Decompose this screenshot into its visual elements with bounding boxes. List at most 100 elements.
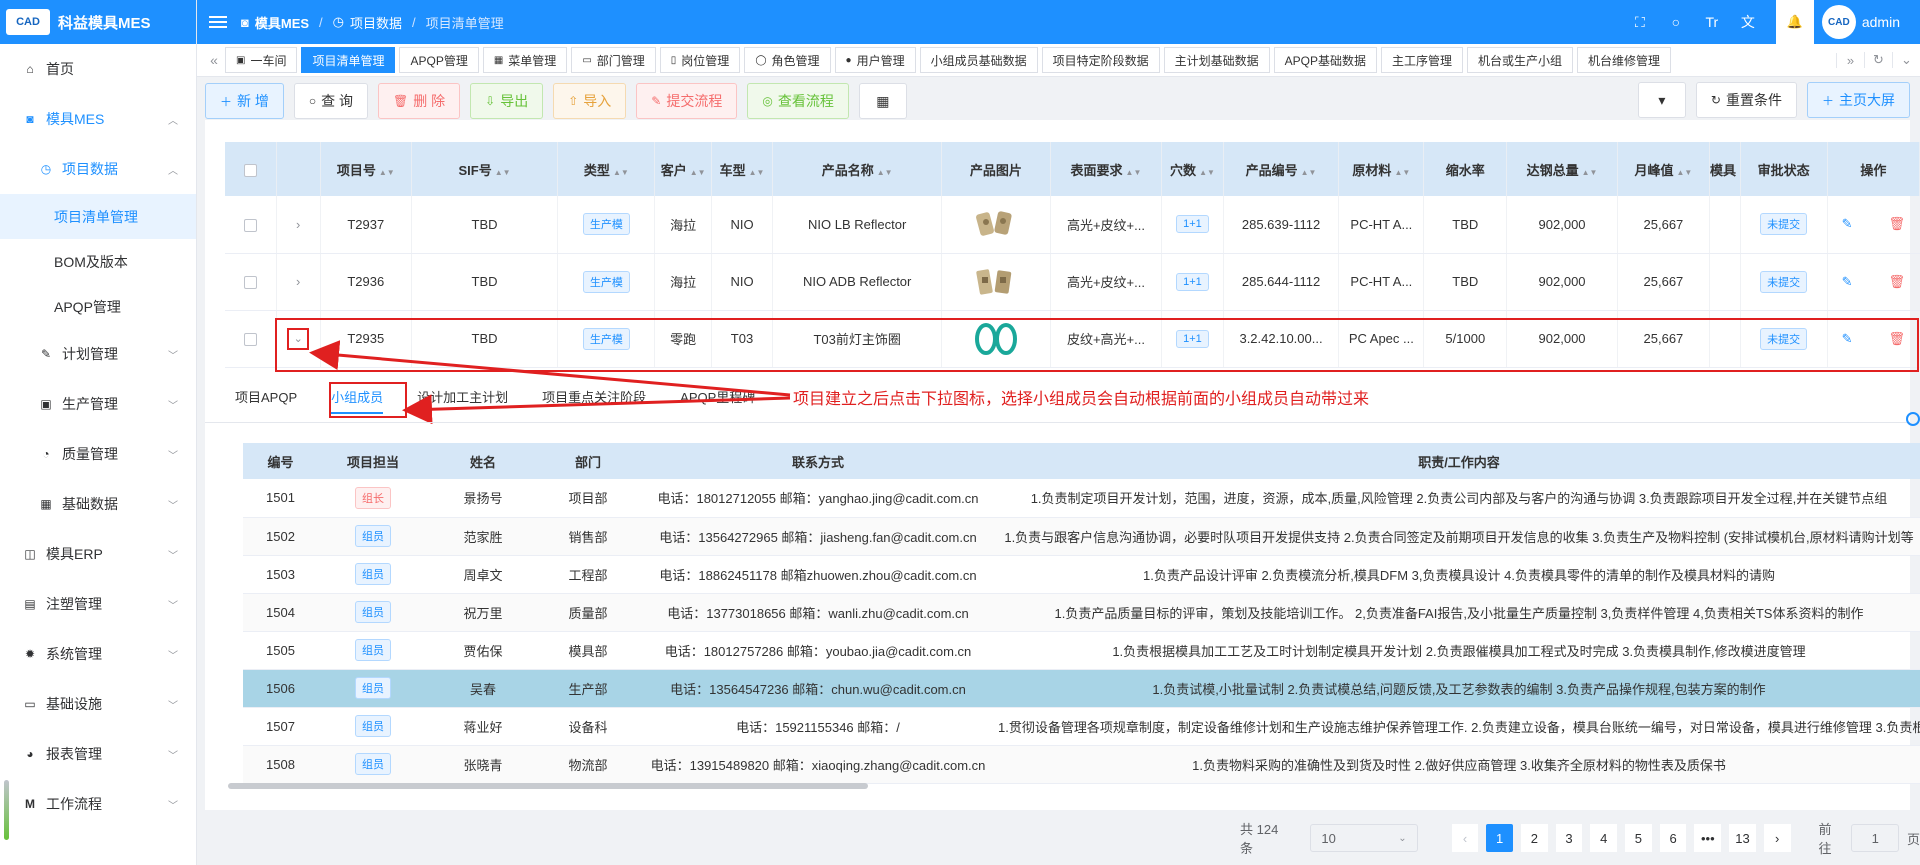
- page-number[interactable]: 2: [1521, 824, 1548, 852]
- bell-icon[interactable]: 🔔: [1775, 0, 1814, 44]
- sort-icon[interactable]: ▲▼: [613, 168, 629, 177]
- tab-project-list[interactable]: 项目清单管理: [301, 47, 396, 73]
- page-number[interactable]: 13: [1729, 824, 1756, 852]
- col-header[interactable]: 客户 ▲▼: [654, 142, 712, 196]
- col-header[interactable]: 车型 ▲▼: [711, 142, 774, 196]
- row-checkbox[interactable]: [243, 333, 257, 347]
- select-all-checkbox[interactable]: [243, 163, 257, 177]
- sidebar-item-plan[interactable]: ✎ 计划管理 ﹀: [0, 329, 196, 379]
- breadcrumb-item[interactable]: 模具MES: [255, 13, 309, 32]
- edit-icon[interactable]: ✎: [1842, 216, 1853, 231]
- columns-button[interactable]: ▦: [858, 83, 907, 119]
- tab-user[interactable]: ● 用户管理: [834, 47, 916, 73]
- next-page-icon[interactable]: ›: [1763, 824, 1791, 852]
- page-number[interactable]: 5: [1625, 824, 1652, 852]
- sort-icon[interactable]: ▲▼: [1126, 168, 1142, 177]
- trash-icon[interactable]: 🗑: [1889, 216, 1906, 231]
- sidebar-item-quality[interactable]: ◔ 质量管理 ﹀: [0, 429, 196, 479]
- cell-product-image[interactable]: [941, 196, 1051, 254]
- tab-design-plan[interactable]: 设计加工主计划: [417, 387, 508, 414]
- col-header[interactable]: 穴数 ▲▼: [1161, 142, 1224, 196]
- tabs-scroll-right-icon[interactable]: »: [1836, 52, 1864, 68]
- tab-project-apqp[interactable]: 项目APQP: [235, 387, 297, 414]
- sidebar-item-project-list[interactable]: 项目清单管理: [0, 194, 196, 239]
- page-number[interactable]: 3: [1555, 824, 1583, 852]
- table-row[interactable]: 1501 组长 景扬号 项目部 电话：18012712055 邮箱：yangha…: [243, 479, 1920, 518]
- sort-icon[interactable]: ▲▼: [1301, 168, 1317, 177]
- col-header[interactable]: SIF号 ▲▼: [411, 142, 559, 196]
- row-select-cell[interactable]: [225, 253, 277, 311]
- row-checkbox[interactable]: [243, 276, 257, 290]
- table-row[interactable]: 1506 组员 吴春 生产部 电话：13564547236 邮箱：chun.wu…: [243, 669, 1920, 708]
- sidebar-scrollbar[interactable]: [4, 780, 9, 840]
- tab-menu[interactable]: ▦ 菜单管理: [482, 47, 568, 73]
- sidebar-item-project-data[interactable]: ◷ 项目数据 ︿: [0, 144, 196, 194]
- refresh-icon[interactable]: ↻: [1864, 52, 1892, 68]
- sidebar-item-production[interactable]: ▣ 生产管理 ﹀: [0, 379, 196, 429]
- tab-master-plan[interactable]: 主计划基础数据: [1163, 47, 1270, 73]
- query-button[interactable]: ○ 查 询: [293, 83, 369, 119]
- chevron-right-icon[interactable]: ›: [296, 274, 300, 289]
- tab-role[interactable]: ◯ 角色管理: [744, 47, 831, 73]
- sort-icon[interactable]: ▲▼: [495, 168, 511, 177]
- col-header[interactable]: 达钢总量 ▲▼: [1506, 142, 1618, 196]
- tab-stage-data[interactable]: 项目特定阶段数据: [1041, 47, 1160, 73]
- table-row[interactable]: 1508 组员 张晓青 物流部 电话：13915489820 邮箱：xiaoqi…: [243, 745, 1920, 784]
- sort-icon[interactable]: ▲▼: [877, 168, 893, 177]
- sidebar-item-mold-mes[interactable]: ◙ 模具MES ︿: [0, 94, 196, 144]
- chevron-right-icon[interactable]: ›: [296, 217, 300, 232]
- sidebar-item-reports[interactable]: ◕ 报表管理 ﹀: [0, 729, 196, 779]
- table-row[interactable]: 1502 组员 范家胜 销售部 电话：13564272965 邮箱：jiashe…: [243, 517, 1920, 556]
- view-flow-button[interactable]: ◎ 查看流程: [747, 83, 849, 119]
- cell-product-image[interactable]: [941, 253, 1051, 311]
- page-number[interactable]: 1: [1486, 824, 1514, 852]
- user-name[interactable]: admin: [1862, 14, 1900, 30]
- import-button[interactable]: ⇧ 导入: [553, 83, 627, 119]
- add-button[interactable]: ＋ 新 增: [205, 83, 284, 119]
- tab-post[interactable]: ▯ 岗位管理: [659, 47, 741, 73]
- row-select-cell[interactable]: [225, 310, 277, 368]
- sidebar-item-infrastructure[interactable]: ▭ 基础设施 ﹀: [0, 679, 196, 729]
- translate-icon[interactable]: 文: [1730, 12, 1766, 32]
- col-header[interactable]: 产品编号 ▲▼: [1223, 142, 1340, 196]
- delete-button[interactable]: 🗑 删 除: [378, 83, 461, 119]
- row-select-cell[interactable]: [225, 196, 277, 254]
- settings-icon[interactable]: [1906, 412, 1920, 426]
- table-row[interactable]: › T2936 TBD 生产模 海拉 NIO NIO ADB Reflector…: [225, 253, 1920, 311]
- col-header[interactable]: 类型 ▲▼: [557, 142, 656, 196]
- page-ellipsis[interactable]: •••: [1694, 824, 1722, 852]
- tabs-more-icon[interactable]: ⌄: [1892, 52, 1920, 68]
- page-number[interactable]: 6: [1659, 824, 1687, 852]
- table-row[interactable]: 1505 组员 贾佑保 模具部 电话：18012757286 邮箱：youbao…: [243, 631, 1920, 670]
- sidebar-item-home[interactable]: ⌂ 首页: [0, 44, 196, 94]
- tab-apqp[interactable]: APQP管理: [399, 47, 479, 73]
- sidebar-item-basic-data[interactable]: ▦ 基础数据 ﹀: [0, 479, 196, 529]
- sort-icon[interactable]: ▲▼: [749, 168, 765, 177]
- sidebar-item-injection[interactable]: ▤ 注塑管理 ﹀: [0, 579, 196, 629]
- sort-icon[interactable]: ▲▼: [1199, 168, 1215, 177]
- col-header[interactable]: 产品名称 ▲▼: [772, 142, 943, 196]
- submit-flow-button[interactable]: ✎ 提交流程: [636, 83, 738, 119]
- expand-cell[interactable]: ›: [276, 253, 321, 311]
- tab-workshop[interactable]: ▣ 一车间: [225, 47, 298, 73]
- sort-icon[interactable]: ▲▼: [379, 168, 395, 177]
- tab-main-process[interactable]: 主工序管理: [1381, 47, 1464, 73]
- export-button[interactable]: ⇩ 导出: [470, 83, 544, 119]
- tab-machine-group[interactable]: 机台或生产小组: [1467, 47, 1574, 73]
- fullscreen-icon[interactable]: ⛶: [1622, 14, 1658, 31]
- tab-apqp-basic[interactable]: APQP基础数据: [1273, 47, 1377, 73]
- reset-button[interactable]: ↻ 重置条件: [1695, 82, 1797, 118]
- trash-icon[interactable]: 🗑: [1889, 274, 1906, 289]
- search-icon[interactable]: ○: [1658, 14, 1694, 30]
- sort-icon[interactable]: ▲▼: [1394, 168, 1410, 177]
- table-row[interactable]: › T2937 TBD 生产模 海拉 NIO NIO LB Reflector …: [225, 196, 1920, 254]
- goto-page-input[interactable]: 1: [1851, 824, 1900, 852]
- dropdown-button[interactable]: ▾: [1637, 82, 1686, 118]
- sidebar-item-workflow[interactable]: M 工作流程 ﹀: [0, 779, 196, 829]
- col-header[interactable]: 原材料 ▲▼: [1338, 142, 1425, 196]
- page-size-select[interactable]: 10 ⌄: [1310, 824, 1418, 852]
- breadcrumb-item[interactable]: 项目数据: [350, 13, 402, 32]
- prev-page-icon[interactable]: ‹: [1451, 824, 1479, 852]
- table-row[interactable]: 1503 组员 周卓文 工程部 电话：18862451178 邮箱zhuowen…: [243, 555, 1920, 594]
- menu-toggle-icon[interactable]: [209, 13, 227, 31]
